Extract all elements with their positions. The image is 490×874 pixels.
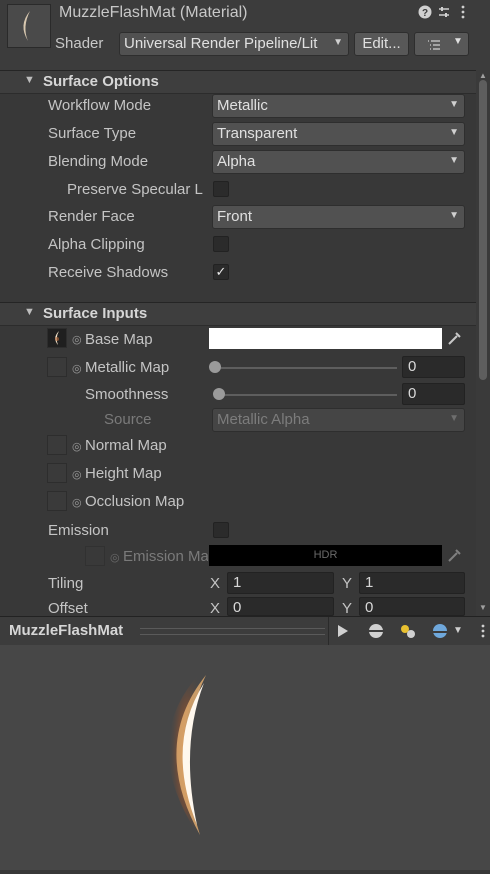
preview-toolbar: MuzzleFlashMat ▼ — [0, 616, 490, 646]
emission-checkbox[interactable] — [213, 522, 229, 538]
material-preview[interactable] — [0, 645, 490, 870]
chevron-down-icon: ▼ — [449, 99, 459, 110]
muzzle-flash-preview-image — [168, 665, 208, 845]
workflow-mode-dropdown[interactable]: Metallic ▼ — [212, 94, 465, 118]
smoothness-slider-track[interactable] — [217, 394, 397, 396]
render-face-dropdown[interactable]: Front ▼ — [212, 205, 465, 229]
source-label: Source — [104, 411, 152, 428]
receive-shadows-checkbox[interactable]: ✓ — [213, 264, 229, 280]
base-map-label: Base Map — [85, 331, 153, 348]
eyedropper-icon[interactable] — [444, 545, 465, 566]
shader-label: Shader — [55, 35, 104, 52]
metallic-slider-track[interactable] — [213, 367, 397, 369]
normal-map-label: Normal Map — [85, 437, 167, 454]
source-dropdown[interactable]: Metallic Alpha ▼ — [212, 408, 465, 432]
object-picker-icon[interactable]: ◎ — [72, 440, 82, 453]
material-title: MuzzleFlashMat (Material) — [59, 4, 248, 21]
tiling-x-field[interactable]: 1 — [227, 572, 334, 594]
list-icon — [427, 38, 441, 55]
smoothness-value-field[interactable]: 0 — [402, 383, 465, 405]
surface-type-dropdown[interactable]: Transparent ▼ — [212, 122, 465, 146]
workflow-mode-label: Workflow Mode — [48, 97, 152, 114]
preset-icon[interactable] — [437, 5, 451, 22]
smoothness-slider-handle[interactable] — [213, 388, 225, 400]
svg-text:?: ? — [422, 8, 428, 19]
offset-x-field[interactable]: 0 — [227, 597, 334, 616]
sphere-icon[interactable] — [368, 623, 384, 643]
foldout-triangle-icon: ▼ — [24, 74, 35, 86]
preview-title: MuzzleFlashMat — [9, 622, 124, 639]
receive-shadows-label: Receive Shadows — [48, 264, 169, 281]
metallic-map-texture-slot[interactable] — [47, 357, 67, 377]
surface-options-header[interactable]: ▼ Surface Options — [0, 70, 476, 94]
emission-map-texture-slot[interactable] — [85, 546, 105, 566]
chevron-down-icon: ▼ — [449, 127, 459, 138]
edit-shader-button[interactable]: Edit... — [354, 32, 409, 56]
blending-mode-label: Blending Mode — [48, 153, 149, 170]
normal-map-texture-slot[interactable] — [47, 435, 67, 455]
chevron-down-icon: ▼ — [333, 37, 343, 48]
height-map-texture-slot[interactable] — [47, 463, 67, 483]
surface-type-label: Surface Type — [48, 125, 137, 142]
object-picker-icon[interactable]: ◎ — [72, 362, 82, 375]
play-icon[interactable] — [337, 624, 349, 642]
shader-dropdown[interactable]: Universal Render Pipeline/Lit ▼ — [119, 32, 349, 56]
more-icon[interactable] — [480, 624, 486, 642]
drag-handle[interactable] — [140, 628, 325, 635]
surface-inputs-header[interactable]: ▼ Surface Inputs — [0, 302, 476, 326]
lights-icon[interactable] — [399, 623, 417, 643]
render-face-label: Render Face — [48, 208, 135, 225]
object-picker-icon[interactable]: ◎ — [72, 333, 82, 346]
tiling-x-label: X — [210, 575, 221, 592]
shader-value: Universal Render Pipeline/Lit — [124, 35, 318, 52]
material-header: MuzzleFlashMat (Material) ? Shader Unive… — [0, 0, 490, 71]
chevron-down-icon: ▼ — [449, 155, 459, 166]
material-thumbnail[interactable] — [7, 4, 51, 48]
alpha-clipping-checkbox[interactable] — [213, 236, 229, 252]
emission-label: Emission — [48, 522, 109, 539]
preserve-specular-checkbox[interactable] — [213, 181, 229, 197]
chevron-down-icon[interactable]: ▼ — [453, 625, 463, 636]
foldout-triangle-icon: ▼ — [24, 306, 35, 318]
tiling-y-field[interactable]: 1 — [359, 572, 465, 594]
scroll-up-icon[interactable]: ▲ — [479, 71, 487, 80]
base-map-color-field[interactable] — [209, 328, 442, 349]
offset-y-field[interactable]: 0 — [359, 597, 465, 616]
alpha-clipping-label: Alpha Clipping — [48, 236, 145, 253]
scroll-down-icon[interactable]: ▼ — [479, 603, 487, 612]
emission-color-field[interactable]: HDR — [209, 545, 442, 566]
height-map-label: Height Map — [85, 465, 162, 482]
preserve-specular-label: Preserve Specular L — [67, 181, 203, 198]
offset-label: Offset — [48, 600, 88, 617]
eyedropper-icon[interactable] — [444, 328, 465, 349]
tiling-y-label: Y — [342, 575, 353, 592]
chevron-down-icon: ▼ — [449, 210, 459, 221]
object-picker-icon[interactable]: ◎ — [72, 496, 82, 509]
metallic-value-field[interactable]: 0 — [402, 356, 465, 378]
base-map-texture-slot[interactable] — [47, 328, 67, 348]
smoothness-label: Smoothness — [85, 386, 169, 403]
metallic-map-label: Metallic Map — [85, 359, 170, 376]
skybox-icon[interactable] — [432, 623, 448, 643]
metallic-slider-handle[interactable] — [209, 361, 221, 373]
divider — [328, 617, 329, 645]
more-icon[interactable] — [460, 5, 466, 22]
tiling-label: Tiling — [48, 575, 84, 592]
offset-x-label: X — [210, 600, 221, 617]
scrollbar-thumb[interactable] — [479, 80, 487, 380]
occlusion-map-texture-slot[interactable] — [47, 491, 67, 511]
chevron-down-icon: ▼ — [449, 413, 459, 424]
shader-options-button[interactable]: ▼ — [414, 32, 469, 56]
chevron-down-icon: ▼ — [453, 36, 463, 47]
offset-y-label: Y — [342, 600, 353, 617]
occlusion-map-label: Occlusion Map — [85, 493, 185, 510]
help-icon[interactable]: ? — [418, 5, 432, 22]
emission-map-label: Emission Ma — [123, 548, 208, 565]
object-picker-icon[interactable]: ◎ — [72, 468, 82, 481]
blending-mode-dropdown[interactable]: Alpha ▼ — [212, 150, 465, 174]
object-picker-icon[interactable]: ◎ — [110, 551, 120, 564]
